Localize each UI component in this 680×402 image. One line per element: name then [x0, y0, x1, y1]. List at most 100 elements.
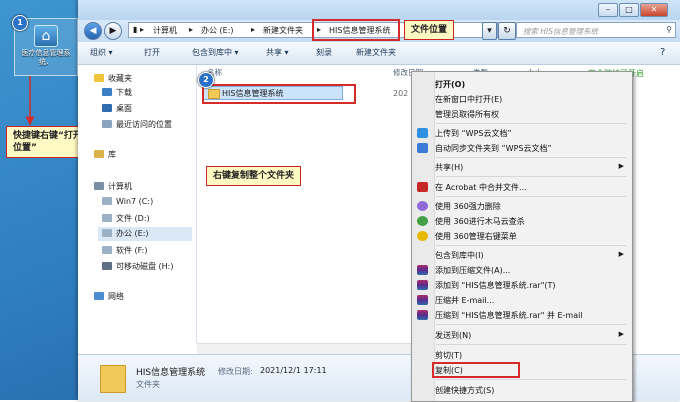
menu-sync-wps[interactable]: 自动同步文件夹到 “WPS云文档”	[435, 143, 552, 154]
menu-share[interactable]: 共享(H)	[435, 162, 463, 173]
menu-separator	[436, 344, 626, 345]
usb-drive-icon	[102, 262, 112, 270]
cloud-upload-icon	[417, 128, 428, 138]
breadcrumb-drive[interactable]: 办公 (E:)	[201, 25, 234, 36]
menu-include-library[interactable]: 包含到库中(I)	[435, 250, 484, 261]
network-icon	[94, 292, 104, 300]
winrar-icon	[417, 295, 428, 305]
computer-icon	[94, 182, 104, 190]
nav-network[interactable]: 网络	[94, 291, 124, 302]
menu-admin-ownership[interactable]: 管理员取得所有权	[435, 109, 499, 120]
menu-cut[interactable]: 剪切(T)	[435, 350, 462, 361]
drive-icon	[102, 246, 112, 254]
details-modified-value: 2021/12/1 17:11	[260, 366, 327, 375]
menu-open-new-window[interactable]: 在新窗口中打开(E)	[435, 94, 502, 105]
menu-copy[interactable]: 复制(C)	[435, 365, 463, 376]
menu-separator	[436, 245, 626, 246]
title-bar: – □ ✕	[78, 0, 680, 20]
folder-icon: ▮ ▸	[133, 25, 144, 34]
menu-send-to[interactable]: 发送到(N)	[435, 330, 471, 341]
note-copy-folder: 右键复制整个文件夹	[206, 166, 302, 186]
context-menu: 打开(O) 在新窗口中打开(E) 管理员取得所有权 上传到 “WPS云文档” 自…	[411, 71, 633, 402]
menu-rar-email[interactable]: 压缩到 "HIS信息管理系统.rar" 并 E-mail	[435, 310, 583, 321]
winrar-icon	[417, 310, 428, 320]
menu-separator	[436, 379, 626, 380]
breadcrumb-sep-1: ▸	[189, 25, 194, 34]
forward-button[interactable]: ▶	[104, 22, 122, 40]
highlight-folder-row	[202, 84, 356, 104]
cloud-sync-icon	[417, 143, 428, 153]
breadcrumb-computer[interactable]: 计算机	[153, 25, 177, 36]
address-dropdown-button[interactable]: ▾	[482, 22, 497, 40]
menu-separator	[436, 176, 626, 177]
menu-add-rar[interactable]: 添加到 "HIS信息管理系统.rar"(T)	[435, 280, 556, 291]
app-shortcut-icon: ⌂	[34, 25, 58, 47]
submenu-arrow-icon: ▶	[618, 162, 624, 170]
winrar-icon	[417, 280, 428, 290]
nav-drive-f[interactable]: 软件 (F:)	[102, 245, 147, 256]
highlight-address	[312, 19, 400, 41]
details-name: HIS信息管理系统	[136, 368, 206, 378]
burn-button[interactable]: 刻录	[316, 47, 332, 58]
help-icon[interactable]: ?	[660, 47, 665, 58]
breadcrumb-newfolder[interactable]: 新建文件夹	[263, 25, 303, 36]
note-file-location: 文件位置	[404, 20, 455, 40]
menu-separator	[436, 157, 626, 158]
library-icon	[94, 150, 104, 158]
share-menu[interactable]: 共享 ▾	[266, 47, 289, 58]
nav-drive-e-selected[interactable]: 办公 (E:)	[98, 227, 192, 241]
nav-drive-h[interactable]: 可移动磁盘 (H:)	[102, 261, 174, 272]
nav-downloads[interactable]: 下载	[102, 87, 132, 98]
search-input[interactable]: 搜索 HIS信息管理系统 ⚲	[516, 22, 676, 38]
organize-menu[interactable]: 组织 ▾	[90, 47, 113, 58]
menu-acrobat[interactable]: 在 Acrobat 中合并文件...	[435, 182, 527, 193]
menu-360-scan[interactable]: 使用 360进行木马云查杀	[435, 216, 525, 227]
acrobat-icon	[417, 182, 428, 192]
back-button[interactable]: ◀	[84, 22, 102, 40]
menu-separator	[436, 324, 626, 325]
navigation-pane: 收藏夹 下载 桌面 最近访问的位置 库 计算机 Win7 (C:) 文件 (D:…	[78, 65, 197, 343]
desktop-shortcut-label: 医疗信息管理系统、	[21, 49, 71, 66]
submenu-arrow-icon: ▶	[618, 250, 624, 258]
downloads-icon	[102, 88, 112, 96]
menu-add-archive[interactable]: 添加到压缩文件(A)...	[435, 265, 510, 276]
details-modified-label: 修改日期:	[218, 367, 253, 376]
file-date: 202	[393, 89, 409, 98]
include-library-menu[interactable]: 包含到库中 ▾	[192, 47, 239, 58]
menu-zip-email[interactable]: 压缩并 E-mail...	[435, 295, 494, 306]
menu-separator	[436, 196, 626, 197]
breadcrumb-sep-2: ▸	[251, 25, 256, 34]
open-button[interactable]: 打开	[144, 47, 160, 58]
winrar-icon	[417, 265, 428, 275]
menu-open[interactable]: 打开(O)	[435, 79, 465, 90]
nav-drive-c[interactable]: Win7 (C:)	[102, 197, 153, 206]
submenu-arrow-icon: ▶	[618, 330, 624, 338]
refresh-button[interactable]: ↻	[498, 22, 516, 40]
menu-create-shortcut[interactable]: 创建快捷方式(S)	[435, 385, 494, 396]
step-badge-2: 2	[198, 72, 214, 88]
menu-upload-wps[interactable]: 上传到 “WPS云文档”	[435, 128, 512, 139]
nav-library[interactable]: 库	[94, 149, 116, 160]
nav-computer[interactable]: 计算机	[94, 181, 132, 192]
nav-drive-d[interactable]: 文件 (D:)	[102, 213, 150, 224]
drive-icon	[102, 229, 112, 237]
menu-360-delete[interactable]: 使用 360强力删除	[435, 201, 501, 212]
nav-favorites[interactable]: 收藏夹	[94, 73, 132, 84]
large-folder-icon	[100, 365, 126, 393]
menu-separator	[436, 123, 626, 124]
menu-360-manage[interactable]: 使用 360管理右键菜单	[435, 231, 517, 242]
close-button[interactable]: ✕	[640, 3, 668, 17]
360-delete-icon	[417, 201, 428, 211]
recent-icon	[102, 120, 112, 128]
search-placeholder: 搜索 HIS信息管理系统	[523, 27, 598, 36]
new-folder-button[interactable]: 新建文件夹	[356, 47, 396, 58]
nav-desktop[interactable]: 桌面	[102, 103, 132, 114]
maximize-button[interactable]: □	[619, 3, 639, 17]
desktop-icon	[102, 104, 112, 112]
drive-icon	[102, 214, 112, 222]
command-bar: 组织 ▾ 打开 包含到库中 ▾ 共享 ▾ 刻录 新建文件夹 ?	[78, 42, 680, 65]
minimize-button[interactable]: –	[598, 3, 618, 17]
nav-recent[interactable]: 最近访问的位置	[102, 119, 172, 130]
360-manage-icon	[417, 231, 428, 241]
360-scan-icon	[417, 216, 428, 226]
